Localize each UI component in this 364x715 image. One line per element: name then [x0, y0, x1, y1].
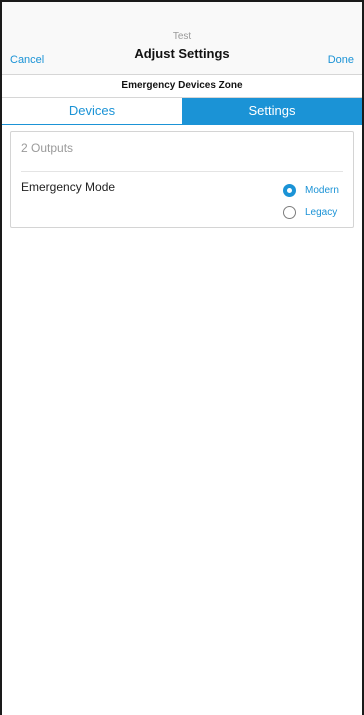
- navigation-bar: Test Adjust Settings Cancel Done: [2, 2, 362, 74]
- outputs-count: 2 Outputs: [21, 132, 343, 172]
- radio-selected-icon: [283, 183, 296, 197]
- emergency-mode-radio-group: Modern Legacy: [283, 179, 343, 227]
- nav-subtitle: Test: [172, 31, 192, 42]
- tab-devices[interactable]: Devices: [2, 98, 182, 124]
- page-title: Adjust Settings: [134, 46, 230, 61]
- radio-modern-label: Modern: [305, 184, 339, 196]
- emergency-mode-label: Emergency Mode: [21, 180, 116, 194]
- settings-card: 2 Outputs Emergency Mode Modern Legacy: [10, 131, 354, 228]
- tab-settings[interactable]: Settings: [182, 98, 362, 124]
- zone-name: Emergency Devices Zone: [2, 74, 362, 98]
- emergency-mode-row: Emergency Mode Modern Legacy: [21, 172, 343, 227]
- radio-legacy[interactable]: Legacy: [283, 201, 343, 223]
- radio-modern[interactable]: Modern: [283, 179, 343, 201]
- settings-content: 2 Outputs Emergency Mode Modern Legacy: [2, 125, 362, 234]
- radio-legacy-label: Legacy: [305, 206, 338, 218]
- app-window: Test Adjust Settings Cancel Done Emergen…: [0, 0, 364, 715]
- cancel-button[interactable]: Cancel: [10, 54, 44, 66]
- segmented-control: Devices Settings: [2, 98, 362, 125]
- done-button[interactable]: Done: [328, 54, 354, 66]
- radio-unselected-icon: [283, 205, 296, 219]
